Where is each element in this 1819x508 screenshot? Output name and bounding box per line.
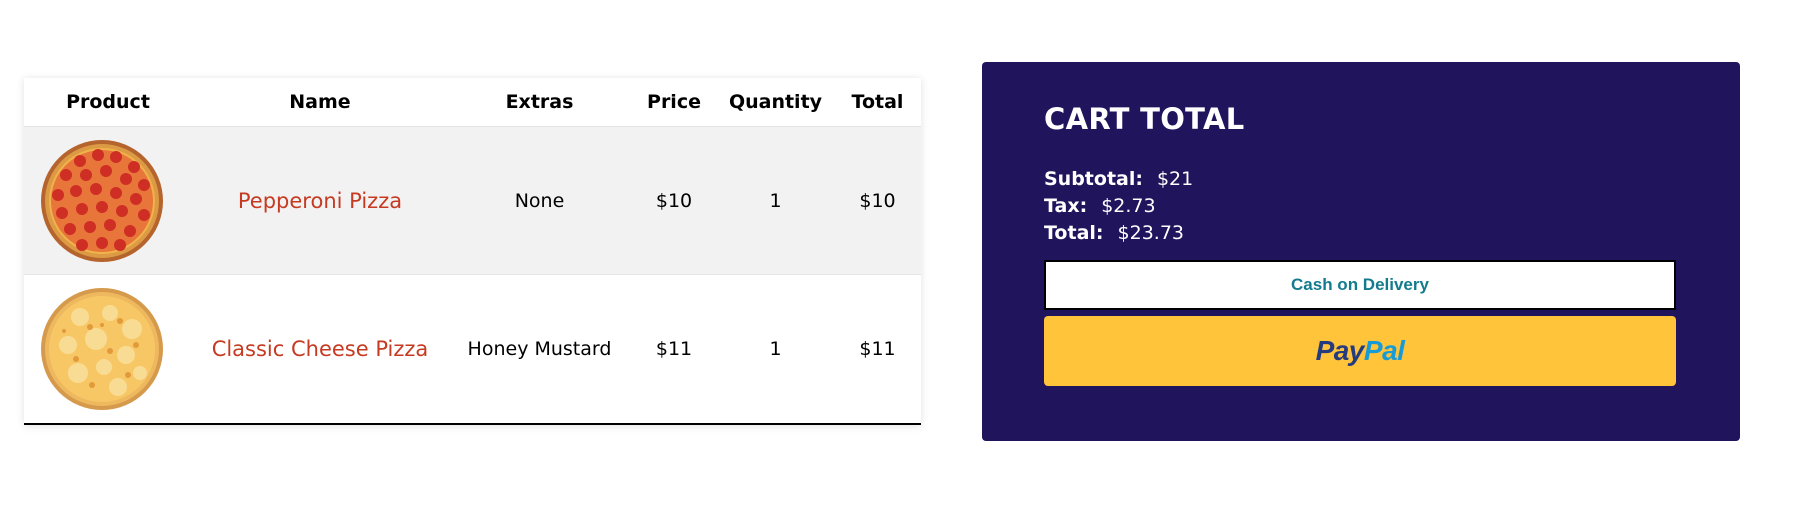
price-cell: $11 <box>631 274 717 423</box>
cart-total-title: CART TOTAL <box>1044 102 1245 136</box>
tax-value: $2.73 <box>1101 195 1156 217</box>
quantity-cell: 1 <box>717 274 834 423</box>
paypal-button[interactable]: PayPal <box>1044 316 1676 386</box>
subtotal-value: $21 <box>1156 168 1194 190</box>
product-name-cell: Classic Cheese Pizza <box>192 274 448 423</box>
header-price: Price <box>631 78 717 127</box>
product-name: Classic Cheese Pizza <box>211 336 429 361</box>
header-name: Name <box>192 78 448 127</box>
total-line: Total: $23.73 <box>1044 220 1193 247</box>
paypal-logo: PayPal <box>1316 335 1405 367</box>
pepperoni-pizza-image <box>41 139 163 262</box>
table-row: Classic Cheese Pizza Honey Mustard $11 1… <box>24 274 921 423</box>
quantity-cell: 1 <box>769 189 782 212</box>
extras-cell: None <box>514 189 565 212</box>
header-extras: Extras <box>448 78 631 127</box>
header-quantity: Quantity <box>717 78 834 127</box>
price-cell: $10 <box>655 189 693 212</box>
totals-summary: Subtotal: $21 Tax: $2.73 Total: $23.73 <box>1044 166 1193 247</box>
subtotal-label: Subtotal: <box>1044 168 1143 190</box>
subtotal-line: Subtotal: $21 <box>1044 166 1193 193</box>
product-cell <box>24 274 192 423</box>
tax-line: Tax: $2.73 <box>1044 193 1193 220</box>
total-label: Total: <box>1044 222 1104 244</box>
header-product: Product <box>24 78 192 127</box>
total-value: $23.73 <box>1117 222 1184 244</box>
extras-cell: Honey Mustard <box>448 274 631 423</box>
tax-label: Tax: <box>1044 195 1088 217</box>
table-row: Pepperoni Pizza None $10 1 $10 <box>24 126 921 275</box>
paypal-logo-pay: Pay <box>1315 335 1365 366</box>
product-name-cell: Pepperoni Pizza <box>192 127 448 275</box>
header-total: Total <box>834 78 921 127</box>
cash-on-delivery-button[interactable]: Cash on Delivery <box>1044 260 1676 310</box>
paypal-logo-pal: Pal <box>1363 335 1405 366</box>
cart-total-panel: CART TOTAL Subtotal: $21 Tax: $2.73 Total:… <box>982 62 1740 441</box>
cheese-pizza-image <box>41 287 163 410</box>
cart-table-container: Product Name Extras Price Quantity Total <box>24 78 921 425</box>
cart-page: Product Name Extras Price Quantity Total <box>0 0 1819 508</box>
cart-table: Product Name Extras Price Quantity Total <box>24 78 921 423</box>
row-total-cell: $11 <box>834 274 921 423</box>
row-total-cell: $10 <box>859 189 896 212</box>
table-header-row: Product Name Extras Price Quantity Total <box>24 78 921 127</box>
product-cell <box>24 127 192 275</box>
product-name: Pepperoni Pizza <box>237 188 403 213</box>
